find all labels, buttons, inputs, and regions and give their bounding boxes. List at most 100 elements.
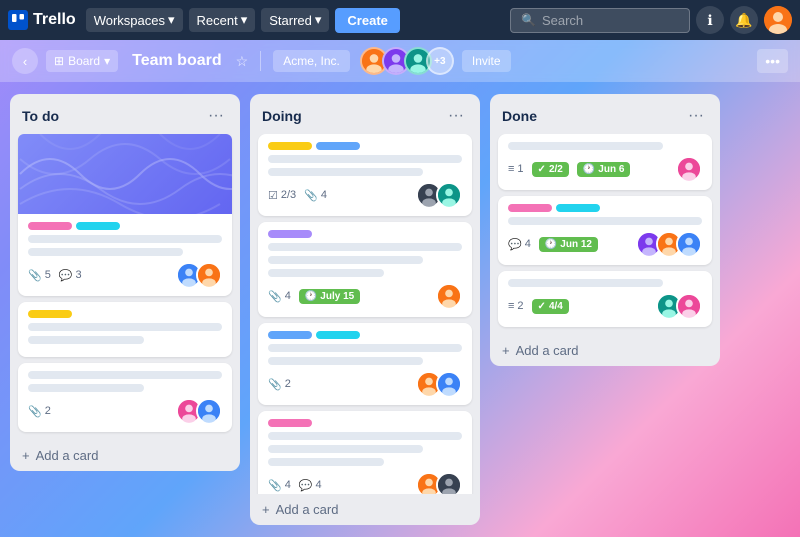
plus-icon: + — [502, 343, 510, 358]
check-icon: ✓ — [538, 164, 546, 175]
card-doing-1[interactable]: ☑ 2/3 📎 4 — [258, 134, 472, 216]
clock-icon: 🕐 — [545, 239, 557, 250]
clock-icon: 🕐 — [583, 164, 595, 175]
info-button[interactable]: ℹ — [696, 6, 724, 34]
board-title: Team board — [126, 52, 228, 70]
card-text — [268, 432, 462, 440]
meta-attachments: 📎 4 — [268, 290, 291, 303]
search-box[interactable]: 🔍 Search — [510, 8, 690, 33]
trello-icon — [8, 10, 28, 30]
column-doing-header: Doing ··· — [250, 94, 480, 134]
card-footer: 📎 2 — [268, 371, 462, 397]
card-avatar-2 — [196, 398, 222, 424]
column-done-header: Done ··· — [490, 94, 720, 134]
card-labels — [268, 142, 462, 150]
add-card-todo-button[interactable]: + Add a card — [10, 440, 240, 471]
paperclip-icon: 📎 — [268, 290, 282, 303]
back-button[interactable]: ‹ — [12, 48, 38, 74]
card-footer: ≡ 1 ✓ 2/2 🕐 Jun 6 — [508, 156, 702, 182]
card-footer: ☑ 2/3 📎 4 — [268, 182, 462, 208]
card-todo-2[interactable] — [18, 302, 232, 357]
trello-logo[interactable]: Trello — [8, 10, 76, 30]
clock-icon: 🕐 — [305, 291, 317, 302]
member-avatar-more[interactable]: +3 — [426, 47, 454, 75]
column-doing-cards: ☑ 2/3 📎 4 — [250, 134, 480, 494]
member-avatars-list: +3 — [360, 47, 454, 75]
card-avatar-2 — [436, 182, 462, 208]
card-avatar-2 — [676, 293, 702, 319]
card-cover — [18, 134, 232, 214]
paperclip-icon: 📎 — [268, 378, 282, 391]
column-done-menu-button[interactable]: ··· — [684, 104, 708, 128]
add-card-done-button[interactable]: + Add a card — [490, 335, 720, 366]
board-view-icon: ⊞ — [54, 54, 64, 68]
label-cyan — [556, 204, 600, 212]
card-doing-3[interactable]: 📎 2 — [258, 323, 472, 405]
comment-icon: 💬 — [59, 269, 73, 282]
notifications-button[interactable]: 🔔 — [730, 6, 758, 34]
checklist-icon: ☑ — [268, 189, 278, 202]
meta-comments: 💬 3 — [59, 269, 82, 282]
column-todo-menu-button[interactable]: ··· — [204, 104, 228, 128]
plus-icon: + — [22, 448, 30, 463]
meta-attachments: 📎 2 — [28, 405, 51, 418]
card-avatar-2 — [436, 472, 462, 494]
card-done-2[interactable]: 💬 4 🕐 Jun 12 — [498, 196, 712, 265]
paperclip-icon: 📎 — [268, 479, 282, 492]
meta-attachments: 📎 4 — [304, 189, 327, 202]
card-labels — [268, 230, 462, 238]
card-done-1[interactable]: ≡ 1 ✓ 2/2 🕐 Jun 6 — [498, 134, 712, 190]
column-done: Done ··· ≡ 1 ✓ 2/2 — [490, 94, 720, 366]
card-avatars — [656, 293, 702, 319]
column-todo-header: To do ··· — [10, 94, 240, 134]
card-meta: ≡ 2 ✓ 4/4 — [508, 299, 569, 314]
meta-checklist: ☑ 2/3 — [268, 189, 296, 202]
card-labels — [28, 222, 222, 230]
column-doing-menu-button[interactable]: ··· — [444, 104, 468, 128]
card-avatar-2 — [196, 262, 222, 288]
card-avatars — [676, 156, 702, 182]
card-footer: 💬 4 🕐 Jun 12 — [508, 231, 702, 257]
card-todo-1[interactable]: 📎 5 💬 3 — [18, 134, 232, 296]
add-card-doing-button[interactable]: + Add a card — [250, 494, 480, 525]
label-pink — [508, 204, 552, 212]
due-date-badge: 🕐 Jun 6 — [577, 162, 631, 177]
card-text-2 — [268, 357, 423, 365]
invite-button[interactable]: Invite — [462, 50, 511, 72]
label-pink — [268, 419, 312, 427]
check-icon: ✓ — [538, 301, 546, 312]
label-cyan — [316, 331, 360, 339]
board-more-button[interactable]: ••• — [757, 49, 788, 73]
card-text — [508, 142, 663, 150]
comment-icon: 💬 — [508, 238, 522, 251]
create-button[interactable]: Create — [335, 8, 399, 33]
card-text-3 — [268, 458, 384, 466]
checklist-badge: ✓ 2/2 — [532, 162, 569, 177]
card-done-3[interactable]: ≡ 2 ✓ 4/4 — [498, 271, 712, 327]
workspace-button[interactable]: Acme, Inc. — [273, 50, 350, 72]
meta-attachments: 📎 2 — [268, 378, 291, 391]
recent-menu-button[interactable]: Recent ▾ — [189, 8, 256, 32]
workspaces-menu-button[interactable]: Workspaces ▾ — [86, 8, 183, 32]
star-button[interactable]: ☆ — [236, 53, 249, 70]
meta-num: ≡ 2 — [508, 300, 524, 312]
card-labels — [508, 204, 702, 212]
starred-menu-button[interactable]: Starred ▾ — [261, 8, 329, 32]
card-avatars — [416, 371, 462, 397]
card-meta: 📎 2 — [268, 378, 291, 391]
card-text-2 — [268, 256, 423, 264]
card-labels — [28, 310, 222, 318]
card-meta: 📎 2 — [28, 405, 51, 418]
card-avatar-1 — [436, 283, 462, 309]
board-view-button[interactable]: ⊞ Board ▾ — [46, 50, 118, 72]
card-todo-3[interactable]: 📎 2 — [18, 363, 232, 432]
card-footer: 📎 4 💬 4 — [268, 472, 462, 494]
card-doing-4[interactable]: 📎 4 💬 4 — [258, 411, 472, 494]
user-avatar[interactable] — [764, 6, 792, 34]
card-avatar-3 — [676, 231, 702, 257]
card-text — [268, 243, 462, 251]
column-todo-cards: 📎 5 💬 3 — [10, 134, 240, 440]
meta-attachments: 📎 4 — [268, 479, 291, 492]
card-text — [508, 217, 702, 225]
card-doing-2[interactable]: 📎 4 🕐 July 15 — [258, 222, 472, 317]
